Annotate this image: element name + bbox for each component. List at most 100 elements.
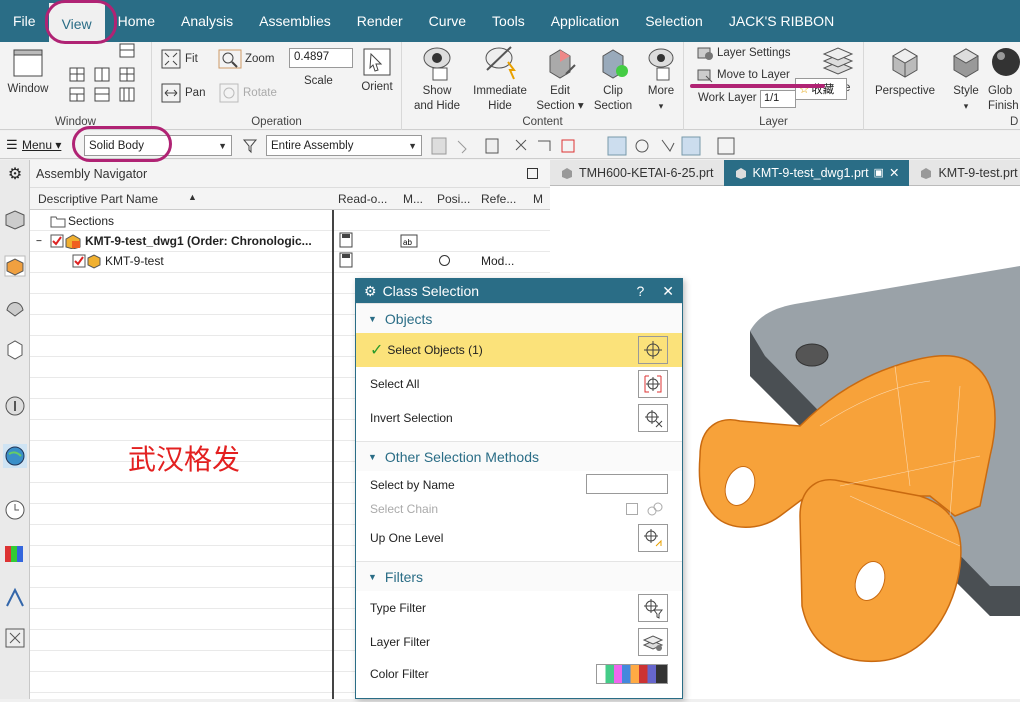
column-header-readonly[interactable]: Read-o... — [338, 192, 387, 206]
move-to-layer-button[interactable]: Move to Layer — [696, 66, 790, 84]
edit-section-icon — [549, 49, 576, 79]
menu-button[interactable]: Menu ▾ — [22, 138, 61, 152]
rotate-button[interactable]: Rotate — [218, 82, 277, 104]
tree-row-assembly[interactable]: − KMT-9-test_dwg1 (Order: Chronologic... — [36, 231, 312, 251]
scale-input[interactable]: 0.4897 — [289, 48, 353, 68]
menu-item-file[interactable]: File — [0, 0, 49, 42]
hd3d-icon[interactable] — [3, 394, 27, 418]
tab-tmh600[interactable]: TMH600-KETAI-6-25.prt — [550, 160, 724, 186]
scale-label: Scale — [304, 75, 333, 87]
pan-button[interactable]: Pan — [160, 82, 205, 104]
constraint-navigator-icon[interactable] — [3, 296, 27, 320]
show-and-hide-button[interactable]: Show and Hide — [408, 44, 466, 114]
column-divider[interactable] — [332, 210, 334, 699]
chain-icon — [647, 502, 663, 516]
column-header-modified[interactable]: M... — [403, 192, 423, 206]
up-one-level-icon-button[interactable] — [638, 524, 668, 552]
edit-section-button[interactable]: Edit Section ▾ — [532, 44, 588, 114]
scope-select[interactable]: Entire Assembly ▼ — [266, 135, 422, 156]
select-objects-icon-button[interactable] — [638, 336, 668, 364]
clip-section-button[interactable]: Clip Section — [588, 44, 638, 114]
up-level-icon — [644, 529, 662, 547]
layer-stack-icon[interactable] — [820, 44, 856, 80]
operation-group: Fit Zoom 0.4897 Scale Pan Rotate Orient … — [152, 42, 402, 130]
column-header-reference[interactable]: Refe... — [481, 192, 516, 206]
maximize-icon[interactable] — [527, 168, 538, 179]
close-button[interactable]: ✕ — [662, 283, 674, 300]
menu-item-tools[interactable]: Tools — [479, 0, 538, 42]
objects-section-header[interactable]: ▼ Objects — [356, 303, 682, 333]
pan-icon — [161, 83, 181, 103]
document-tabs: TMH600-KETAI-6-25.prt KMT-9-test_dwg1.pr… — [550, 160, 1020, 186]
up-one-level-row[interactable]: Up One Level — [356, 521, 682, 555]
menu-item-application[interactable]: Application — [538, 0, 633, 42]
process-studio-icon[interactable] — [3, 586, 27, 610]
roles-icon[interactable] — [3, 626, 27, 650]
work-layer-input[interactable]: 1/1 — [760, 90, 796, 108]
select-objects-row[interactable]: ✓ Select Objects (1) — [356, 333, 682, 367]
column-header-more[interactable]: M — [533, 192, 543, 206]
collapse-triangle-icon: ▼ — [368, 313, 377, 324]
help-button[interactable]: ? — [636, 283, 644, 299]
tab-kmt-9-test-dwg1[interactable]: KMT-9-test_dwg1.prt ▣ ✕ — [723, 160, 910, 186]
folder-icon — [50, 216, 66, 228]
finish-sphere-icon — [992, 48, 1020, 76]
fit-button[interactable]: Fit — [160, 48, 198, 70]
other-methods-section-header[interactable]: ▼ Other Selection Methods — [356, 441, 682, 471]
window-button[interactable]: Window — [4, 46, 52, 97]
fit-icon — [161, 49, 181, 69]
layer-filter-icon-button[interactable] — [638, 628, 668, 656]
column-header-name[interactable]: Descriptive Part Name — [38, 192, 158, 206]
orient-button[interactable]: Orient — [356, 46, 398, 95]
web-browser-icon[interactable] — [3, 444, 27, 468]
collapse-icon[interactable]: − — [36, 236, 50, 247]
settings-gear-icon[interactable]: ⚙ — [3, 164, 27, 188]
tree-row-part[interactable]: KMT-9-test — [72, 251, 164, 271]
menu-item-analysis[interactable]: Analysis — [168, 0, 246, 42]
collapse-triangle-icon: ▼ — [368, 571, 377, 582]
close-icon[interactable]: ✕ — [889, 160, 899, 186]
select-by-name-input[interactable] — [586, 474, 668, 494]
menu-item-selection[interactable]: Selection — [632, 0, 716, 42]
hamburger-icon[interactable]: ☰ — [6, 137, 18, 153]
reuse-library-icon[interactable] — [3, 338, 27, 362]
window-group: Window Window — [0, 42, 152, 130]
color-filter-swatch[interactable] — [596, 664, 668, 684]
perspective-button[interactable]: Perspective — [872, 44, 938, 99]
highlight-circle-view — [45, 0, 117, 44]
assembly-navigator-icon[interactable] — [3, 254, 27, 278]
tree-row-sections[interactable]: Sections — [50, 211, 114, 231]
filter-funnel-icon[interactable] — [242, 137, 260, 155]
tab-kmt-9-test[interactable]: KMT-9-test.prt — [909, 160, 1020, 186]
part-navigator-icon[interactable] — [3, 208, 27, 232]
zoom-button[interactable]: Zoom — [218, 48, 274, 70]
layer-filter-row[interactable]: Layer Filter — [356, 625, 682, 659]
content-group: Show and Hide Immediate Hide Edit Section ▾… — [402, 42, 684, 130]
collapse-triangle-icon: ▼ — [368, 451, 377, 462]
layer-settings-button[interactable]: Layer Settings — [696, 44, 791, 62]
menu-item-curve[interactable]: Curve — [416, 0, 479, 42]
global-finish-button[interactable]: Glob Finish — [988, 44, 1020, 114]
history-clock-icon[interactable] — [3, 498, 27, 522]
menu-item-assemblies[interactable]: Assemblies — [246, 0, 344, 42]
invert-selection-icon-button[interactable] — [638, 404, 668, 432]
select-chain-row: Select Chain — [356, 497, 682, 521]
window-layout-icons[interactable] — [66, 42, 142, 106]
system-materials-icon[interactable] — [3, 542, 27, 566]
select-all-icon-button[interactable] — [638, 370, 668, 398]
type-filter-row[interactable]: Type Filter — [356, 591, 682, 625]
select-chain-checkbox[interactable] — [626, 503, 638, 515]
column-header-position[interactable]: Posi... — [437, 192, 470, 206]
invert-selection-row[interactable]: Invert Selection — [356, 401, 682, 435]
selection-toolbar-icons[interactable] — [430, 135, 740, 157]
menu-item-render[interactable]: Render — [344, 0, 416, 42]
color-filter-row[interactable]: Color Filter — [356, 659, 682, 689]
style-button[interactable]: Style ▾ — [946, 44, 986, 114]
filters-section-header[interactable]: ▼ Filters — [356, 561, 682, 591]
select-all-row[interactable]: Select All — [356, 367, 682, 401]
immediate-hide-button[interactable]: Immediate Hide — [468, 44, 532, 114]
more-button[interactable]: More ▾ — [640, 44, 682, 114]
menu-item-jack-s-ribbon[interactable]: JACK'S RIBBON — [716, 0, 847, 42]
type-filter-icon-button[interactable] — [638, 594, 668, 622]
visualization-group-label: D — [1010, 116, 1019, 128]
